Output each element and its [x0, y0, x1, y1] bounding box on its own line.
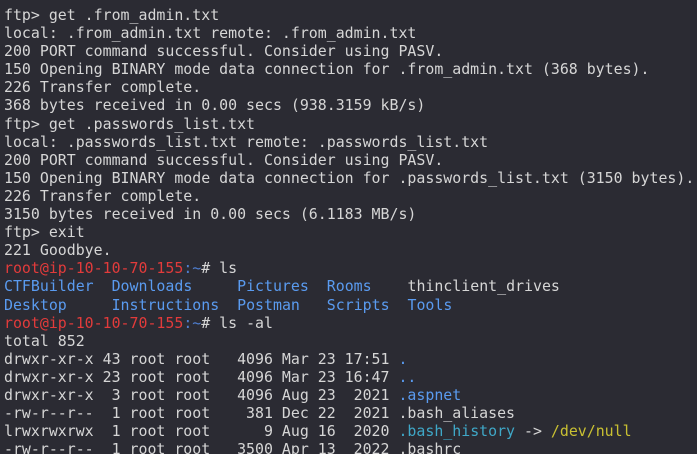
terminal-text: total 852 [4, 331, 85, 350]
terminal-line: ftp> exit [4, 223, 697, 241]
terminal-line: Desktop Instructions Postman Scripts Too… [4, 296, 697, 314]
terminal-text: -> [515, 422, 551, 441]
terminal-line: ftp> get .from_admin.txt [4, 6, 697, 24]
prompt-path: :~ [183, 313, 202, 332]
directory-entry: .aspnet [398, 385, 462, 404]
terminal-line: ftp> get .passwords_list.txt [4, 115, 697, 133]
terminal-text: 200 PORT command successful. Consider us… [4, 150, 444, 169]
terminal-text: 221 Goodbye. [4, 241, 112, 260]
symlink-target: /dev/null [550, 422, 632, 441]
directory-entry: . [398, 349, 408, 368]
terminal-line: 226 Transfer complete. [4, 78, 697, 96]
directory-entry: Instructions [111, 295, 220, 314]
terminal-text: ftp> get .from_admin.txt [4, 6, 220, 24]
terminal-text: drwxr-xr-x 3 root root 4096 Aug 23 2021 [4, 385, 399, 404]
terminal-text: # ls -al [201, 313, 273, 332]
terminal-text: lrwxrwxrwx 1 root root 9 Aug 16 2020 [4, 422, 399, 441]
terminal-line: root@ip-10-10-70-155:~# ls [4, 259, 697, 277]
terminal-line: root@ip-10-10-70-155:~# ls -al [4, 314, 697, 332]
terminal-text: ftp> exit [4, 223, 85, 242]
directory-entry: Scripts [326, 295, 390, 314]
terminal-line: local: .from_admin.txt remote: .from_adm… [4, 24, 697, 42]
terminal-line: drwxr-xr-x 43 root root 4096 Mar 23 17:5… [4, 350, 697, 368]
terminal-line: 200 PORT command successful. Consider us… [4, 42, 697, 60]
terminal-line: 150 Opening BINARY mode data connection … [4, 169, 697, 187]
terminal-text: 3150 bytes received in 0.00 secs (6.1183… [4, 205, 417, 224]
directory-entry: Postman [237, 295, 300, 314]
directory-entry: Pictures [237, 277, 309, 296]
terminal-text: drwxr-xr-x 43 root root 4096 Mar 23 17:5… [4, 349, 399, 368]
terminal-output[interactable]: ftp> get .from_admin.txt local: .from_adm… [0, 0, 697, 454]
directory-entry: .. [398, 367, 417, 386]
directory-entry: Rooms [326, 277, 372, 296]
terminal-text: -rw-r--r-- 1 root root 3500 Apr 13 2022 … [4, 440, 462, 454]
terminal-line: CTFBuilder Downloads Pictures Rooms thin… [4, 277, 697, 295]
terminal-line: 226 Transfer complete. [4, 187, 697, 205]
terminal-line: local: .passwords_list.txt remote: .pass… [4, 133, 697, 151]
terminal-line: drwxr-xr-x 23 root root 4096 Mar 23 16:4… [4, 368, 697, 386]
directory-entry: Downloads [111, 277, 193, 296]
prompt-user-host: root@ip-10-10-70-155 [4, 313, 184, 332]
terminal-line: 368 bytes received in 0.00 secs (938.315… [4, 96, 697, 114]
terminal-text: drwxr-xr-x 23 root root 4096 Mar 23 16:4… [4, 367, 399, 386]
terminal-text: local: .from_admin.txt remote: .from_adm… [4, 24, 417, 43]
terminal-text: # ls [201, 259, 238, 278]
terminal-line: -rw-r--r-- 1 root root 381 Dec 22 2021 .… [4, 404, 697, 422]
terminal-text: 150 Opening BINARY mode data connection … [4, 60, 650, 79]
directory-entry: Tools [407, 295, 453, 314]
terminal-line: total 852 [4, 332, 697, 350]
terminal-line: -rw-r--r-- 1 root root 3500 Apr 13 2022 … [4, 440, 697, 454]
terminal-text: 200 PORT command successful. Consider us… [4, 42, 444, 61]
terminal-text: -rw-r--r-- 1 root root 381 Dec 22 2021 .… [4, 404, 516, 423]
terminal-line: 221 Goodbye. [4, 241, 697, 259]
terminal-text: 150 Opening BINARY mode data connection … [4, 168, 695, 187]
terminal-text: 226 Transfer complete. [4, 78, 202, 97]
terminal-line: 200 PORT command successful. Consider us… [4, 151, 697, 169]
terminal-line: lrwxrwxrwx 1 root root 9 Aug 16 2020 .ba… [4, 422, 697, 440]
prompt-path: :~ [183, 259, 202, 278]
terminal-text: local: .passwords_list.txt remote: .pass… [4, 132, 489, 151]
prompt-user-host: root@ip-10-10-70-155 [4, 259, 184, 278]
terminal-line: 150 Opening BINARY mode data connection … [4, 60, 697, 78]
terminal-line: 3150 bytes received in 0.00 secs (6.1183… [4, 205, 697, 223]
directory-entry: Desktop [4, 295, 67, 314]
terminal-line: drwxr-xr-x 3 root root 4096 Aug 23 2021 … [4, 386, 697, 404]
symlink-entry: .bash_history [398, 422, 516, 441]
file-entry: thinclient_drives [407, 277, 560, 296]
terminal-text: ftp> get .passwords_list.txt [4, 114, 256, 133]
terminal-text: 226 Transfer complete. [4, 186, 202, 205]
terminal-text: 368 bytes received in 0.00 secs (938.315… [4, 96, 426, 115]
directory-entry: CTFBuilder [4, 277, 94, 296]
